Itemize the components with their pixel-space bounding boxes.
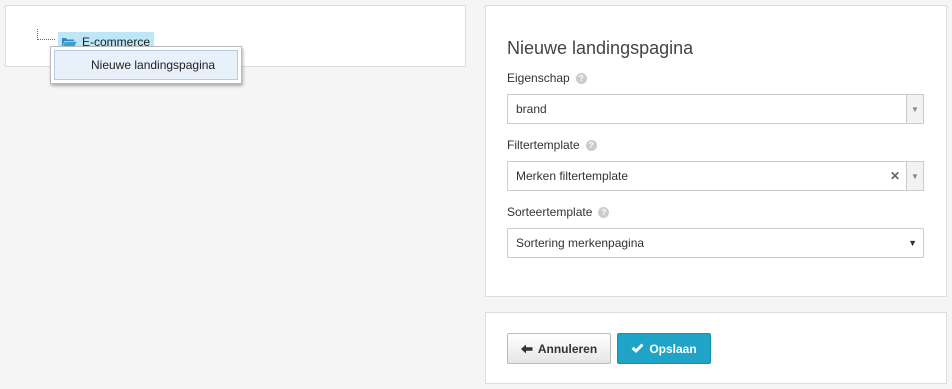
sorteertemplate-label: Sorteertemplate ? xyxy=(507,205,610,219)
sorteertemplate-select-value: Sortering merkenpagina xyxy=(516,236,645,250)
eigenschap-label: Eigenschap ? xyxy=(507,71,587,85)
chevron-down-icon[interactable]: ▼ xyxy=(906,162,923,190)
filtertemplate-select-value: Merken filtertemplate xyxy=(516,169,629,183)
help-icon[interactable]: ? xyxy=(575,72,587,84)
cancel-button-label: Annuleren xyxy=(537,341,598,356)
help-icon[interactable]: ? xyxy=(598,206,610,218)
sorteertemplate-select[interactable]: Sortering merkenpagina ▼ xyxy=(507,228,924,258)
landing-page-form: Nieuwe landingspagina Eigenschap ? brand… xyxy=(485,5,947,297)
filtertemplate-label-text: Filtertemplate xyxy=(507,138,580,152)
check-icon xyxy=(631,343,644,354)
clear-icon[interactable]: ✕ xyxy=(890,169,900,183)
sorteertemplate-label-text: Sorteertemplate xyxy=(507,205,593,219)
context-menu-item-new-landing-page[interactable]: Nieuwe landingspagina xyxy=(54,50,238,80)
filtertemplate-select[interactable]: Merken filtertemplate ✕ ▼ xyxy=(507,161,924,191)
context-menu-item-label: Nieuwe landingspagina xyxy=(91,58,216,72)
help-icon[interactable]: ? xyxy=(585,139,597,151)
context-menu: Nieuwe landingspagina xyxy=(50,46,242,84)
filtertemplate-label: Filtertemplate ? xyxy=(507,138,597,152)
eigenschap-select-value: brand xyxy=(516,102,547,116)
save-button[interactable]: Opslaan xyxy=(617,333,711,364)
save-button-label: Opslaan xyxy=(649,341,697,356)
tree-connector xyxy=(37,29,55,40)
cancel-button[interactable]: Annuleren xyxy=(507,333,611,364)
form-actions-panel: Annuleren Opslaan xyxy=(485,312,947,384)
form-title: Nieuwe landingspagina xyxy=(507,38,694,58)
eigenschap-select[interactable]: brand ▼ xyxy=(507,94,924,124)
eigenschap-label-text: Eigenschap xyxy=(507,71,570,85)
arrow-left-icon xyxy=(520,344,533,354)
caret-down-icon: ▼ xyxy=(908,238,917,248)
chevron-down-icon[interactable]: ▼ xyxy=(906,95,923,123)
